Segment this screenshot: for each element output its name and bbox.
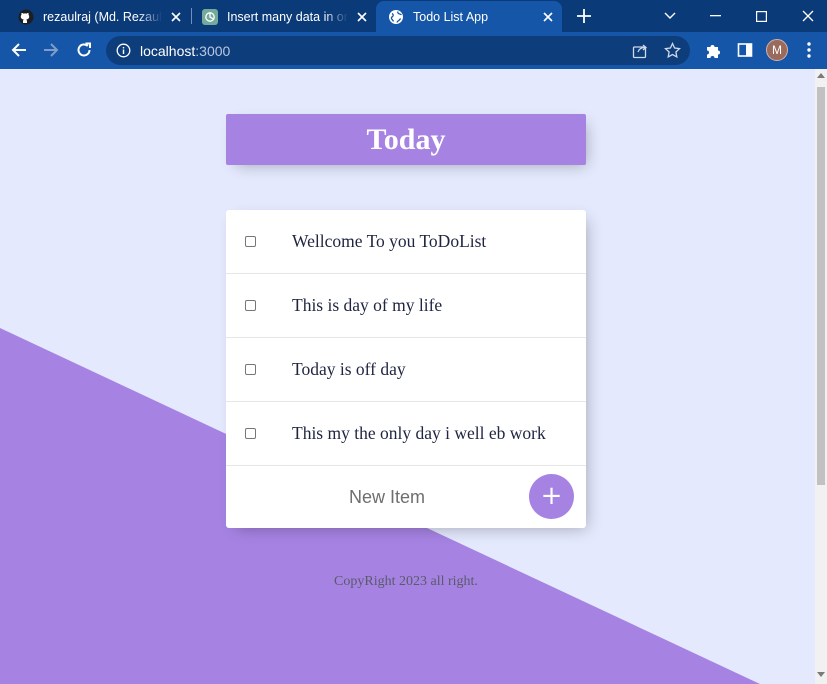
browser-tab-github[interactable]: rezaulraj (Md. Rezaul K bbox=[10, 1, 188, 32]
todo-item: This my the only day i well eb work bbox=[226, 402, 586, 466]
tab-title: rezaulraj (Md. Rezaul K bbox=[43, 9, 162, 24]
scroll-up-arrow-icon[interactable] bbox=[817, 73, 825, 78]
github-icon bbox=[18, 9, 34, 25]
back-button[interactable] bbox=[8, 39, 30, 61]
todo-checkbox[interactable] bbox=[245, 428, 256, 439]
profile-avatar[interactable]: M bbox=[766, 39, 788, 61]
new-item-form: + bbox=[226, 466, 586, 528]
todo-item: This is day of my life bbox=[226, 274, 586, 338]
menu-kebab-icon[interactable] bbox=[799, 40, 819, 60]
side-panel-icon[interactable] bbox=[735, 40, 755, 60]
close-tab-icon[interactable] bbox=[540, 9, 556, 25]
footer-copyright: CopyRight 2023 all right. bbox=[334, 574, 478, 589]
arrow-left-icon bbox=[11, 43, 26, 57]
share-icon[interactable] bbox=[631, 41, 650, 60]
todo-list-card: Wellcome To you ToDoList This is day of … bbox=[226, 210, 586, 528]
minimize-button[interactable] bbox=[697, 0, 733, 32]
add-item-button[interactable]: + bbox=[529, 474, 574, 519]
page-scrollbar[interactable] bbox=[815, 69, 827, 684]
tab-search-button[interactable] bbox=[652, 0, 688, 32]
list-heading-box: Today bbox=[226, 114, 586, 165]
address-bar[interactable]: localhost:3000 bbox=[106, 36, 690, 65]
todo-item: Today is off day bbox=[226, 338, 586, 402]
url-port: :3000 bbox=[195, 43, 231, 59]
todo-item-text: This is day of my life bbox=[292, 295, 443, 315]
chatgpt-icon bbox=[202, 8, 218, 25]
close-tab-icon[interactable] bbox=[354, 9, 370, 25]
tab-title: Todo List App bbox=[413, 9, 489, 24]
close-tab-icon[interactable] bbox=[168, 9, 184, 25]
page-title: Today bbox=[366, 122, 446, 156]
close-window-button[interactable] bbox=[790, 0, 826, 32]
maximize-icon bbox=[755, 10, 767, 22]
todo-item: Wellcome To you ToDoList bbox=[226, 210, 586, 274]
todo-checkbox[interactable] bbox=[245, 300, 256, 311]
minimize-icon bbox=[709, 15, 721, 17]
chevron-down-icon bbox=[664, 12, 676, 19]
page-viewport: Today Wellcome To you ToDoList This is d… bbox=[0, 69, 815, 684]
url-host: localhost bbox=[140, 43, 196, 59]
browser-toolbar: localhost:3000 M bbox=[0, 32, 827, 69]
forward-button[interactable] bbox=[40, 39, 62, 61]
scroll-down-arrow-icon[interactable] bbox=[817, 672, 825, 677]
url-text: localhost:3000 bbox=[140, 43, 230, 59]
new-item-input[interactable] bbox=[246, 482, 528, 512]
todo-item-text: This my the only day i well eb work bbox=[292, 423, 546, 443]
tab-separator bbox=[191, 8, 192, 24]
plus-icon bbox=[577, 9, 591, 23]
bookmark-star-icon[interactable] bbox=[663, 41, 682, 60]
arrow-right-icon bbox=[44, 43, 59, 57]
todo-checkbox[interactable] bbox=[245, 236, 256, 247]
todo-item-text: Wellcome To you ToDoList bbox=[292, 231, 487, 251]
reload-button[interactable] bbox=[73, 39, 95, 61]
globe-icon bbox=[388, 9, 404, 25]
info-icon[interactable] bbox=[116, 43, 131, 58]
new-tab-button[interactable] bbox=[574, 6, 594, 26]
maximize-button[interactable] bbox=[743, 0, 779, 32]
browser-tab-chatgpt[interactable]: Insert many data in one bbox=[196, 1, 374, 32]
close-icon bbox=[802, 10, 814, 22]
scrollbar-thumb[interactable] bbox=[817, 87, 825, 485]
browser-tab-todo-active[interactable]: Todo List App bbox=[376, 1, 562, 32]
extensions-puzzle-icon[interactable] bbox=[703, 40, 723, 60]
todo-checkbox[interactable] bbox=[245, 364, 256, 375]
todo-item-text: Today is off day bbox=[292, 359, 406, 379]
browser-tab-strip: rezaulraj (Md. Rezaul K Insert many data… bbox=[0, 0, 827, 32]
reload-icon bbox=[77, 42, 91, 57]
tab-title: Insert many data in one bbox=[227, 9, 348, 24]
